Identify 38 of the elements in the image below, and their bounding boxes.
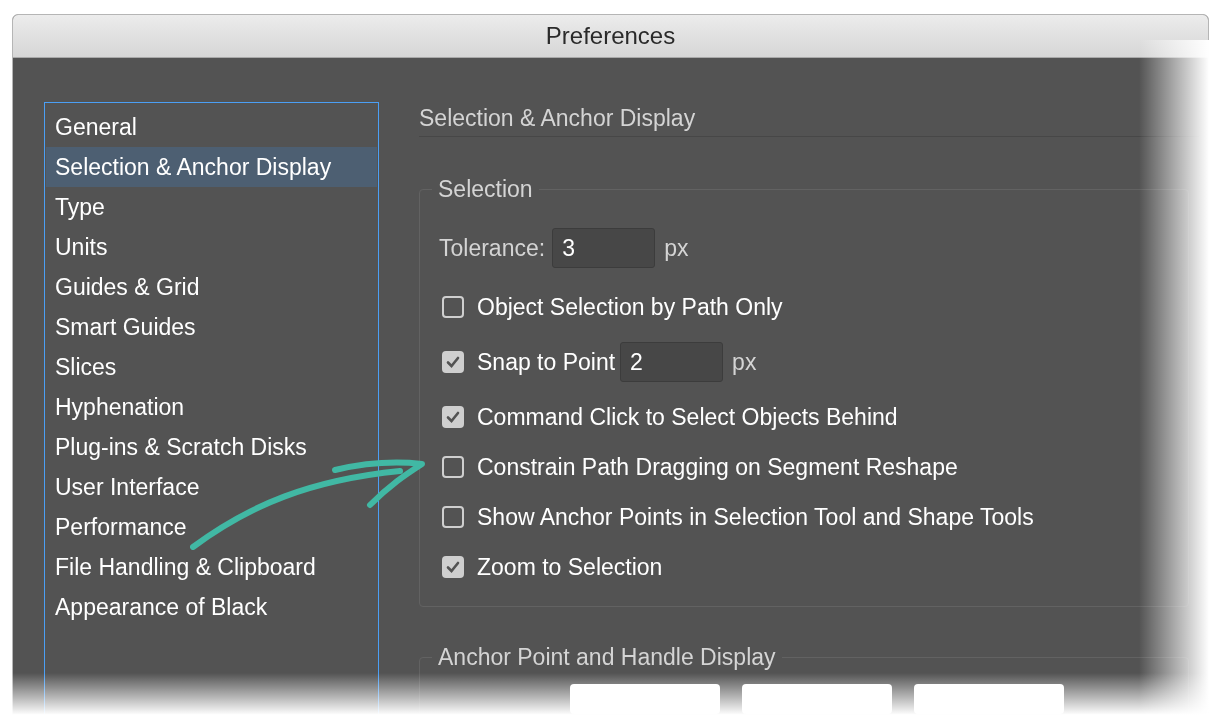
sidebar-item[interactable]: Type [46, 187, 377, 227]
checkbox-label: Object Selection by Path Only [477, 292, 783, 322]
sidebar-item[interactable]: Guides & Grid [46, 267, 377, 307]
checkbox-label: Zoom to Selection [477, 552, 663, 582]
checkbox[interactable] [442, 406, 464, 428]
checkbox-label: Show Anchor Points in Selection Tool and Shape Tools [477, 502, 1034, 532]
checkmark-icon [445, 559, 461, 575]
checkbox[interactable] [442, 506, 464, 528]
checkbox[interactable] [442, 456, 464, 478]
checkmark-icon [445, 354, 461, 370]
checkbox[interactable] [442, 296, 464, 318]
sidebar-item[interactable]: Smart Guides [46, 307, 377, 347]
sidebar-item[interactable]: Units [46, 227, 377, 267]
checkbox[interactable] [442, 556, 464, 578]
input-field[interactable]: 2 [620, 342, 724, 382]
input-field[interactable]: 3 [552, 228, 656, 268]
checkmark-icon [445, 409, 461, 425]
panel-title: Selection & Anchor Display [419, 104, 697, 133]
checkbox-label: Command Click to Select Objects Behind [477, 402, 898, 432]
sidebar-item[interactable]: Selection & Anchor Display [46, 147, 377, 187]
input-field[interactable] [742, 684, 892, 714]
input-field[interactable] [914, 684, 1064, 714]
sidebar-item[interactable]: Appearance of Black [46, 587, 377, 627]
window-title: Preferences [545, 21, 676, 51]
checkbox-label: Constrain Path Dragging on Segment Reshape [477, 452, 958, 482]
sidebar-item[interactable]: Plug-ins & Scratch Disks [46, 427, 377, 467]
checkbox[interactable] [442, 351, 464, 373]
sidebar-item[interactable]: Hyphenation [46, 387, 377, 427]
sidebar-item[interactable]: File Handling & Clipboard [46, 547, 377, 587]
checkbox-label: Snap to Point [477, 347, 616, 377]
unit-label: px [664, 233, 689, 263]
input-field[interactable] [570, 684, 720, 714]
field-label: Tolerance: [439, 233, 546, 263]
sidebar-item[interactable]: Performance [46, 507, 377, 547]
unit-label: px [732, 347, 757, 377]
sidebar-item[interactable]: User Interface [46, 467, 377, 507]
sidebar-item[interactable]: General [46, 107, 377, 147]
sidebar-item[interactable]: Slices [46, 347, 377, 387]
